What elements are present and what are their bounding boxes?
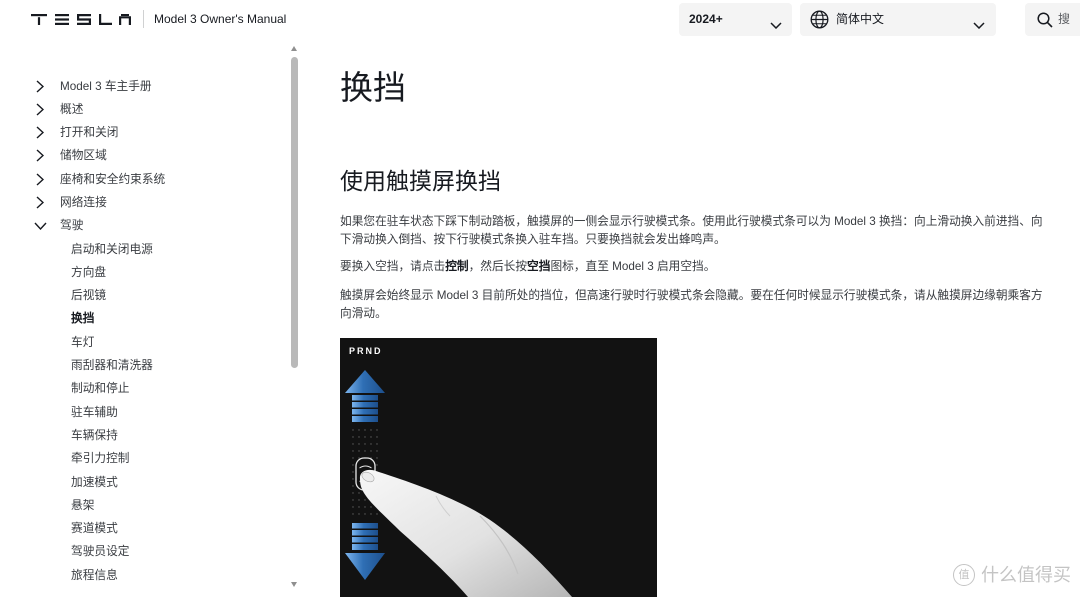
globe-icon	[810, 10, 829, 34]
controls-term: 控制	[445, 260, 469, 274]
manual-title-link[interactable]: Model 3 Owner's Manual	[154, 11, 286, 27]
search-icon	[1037, 12, 1053, 33]
chevron-right-icon	[36, 79, 44, 93]
watermark-badge-icon: 值	[953, 564, 975, 586]
sidebar-item-label: 驾驶	[60, 219, 84, 233]
sidebar-subitem-label: 后视镜	[71, 289, 107, 303]
chevron-right-icon	[36, 126, 44, 139]
sidebar-item-label: Model 3 车主手册	[60, 79, 152, 93]
sidebar-subitem-label: 牵引力控制	[71, 452, 130, 466]
sidebar-subitem-shifting-active[interactable]: 换挡	[0, 307, 285, 330]
scrollbar-down-arrow[interactable]	[290, 582, 297, 587]
sidebar-subitem-label: 赛道模式	[71, 522, 118, 536]
sidebar-subitem-label: 制动和停止	[71, 382, 130, 396]
finger-illustration	[359, 469, 572, 597]
paragraph-drive-mode-strip: 触摸屏会始终显示 Model 3 目前所处的挡位，但高速行驶时行驶模式条会隐藏。…	[340, 289, 1043, 320]
sidebar-subitem-label: 加速模式	[71, 475, 118, 489]
paragraph-neutral: 要换入空挡，请点击控制，然后长按空挡图标，直至 Model 3 启用空挡。	[340, 258, 1050, 276]
sidebar-scrollbar-thumb[interactable]	[290, 57, 298, 368]
sidebar-item-label: 储物区域	[60, 149, 107, 163]
scrollbar-up-arrow[interactable]	[290, 46, 297, 51]
sidebar-item-label: 座椅和安全约束系统	[60, 172, 166, 186]
paragraph-touchscreen-shifting: 如果您在驻车状态下踩下制动踏板，触摸屏的一侧会显示行驶模式条。使用此行驶模式条可…	[340, 215, 1043, 246]
neutral-term: 空挡	[527, 260, 551, 274]
search-placeholder: 搜	[1058, 12, 1071, 26]
sidebar-nav: Model 3 车主手册 概述 打开和关闭 储物区域 座椅和安全约束系统 网络连…	[0, 75, 285, 588]
sidebar-subitem-driver-profiles[interactable]: 驾驶员设定	[0, 540, 285, 563]
tesla-logo[interactable]	[31, 14, 131, 25]
sidebar-subitem-trip-information[interactable]: 旅程信息	[0, 564, 285, 587]
sidebar-item-seats-safety-restraints[interactable]: 座椅和安全约束系统	[0, 168, 285, 191]
shift-up-arrow	[345, 370, 385, 422]
sidebar-item-label: 打开和关闭	[60, 126, 119, 140]
illustration-canvas: PRND	[345, 346, 572, 597]
chevron-right-icon	[36, 196, 44, 209]
sidebar-subitem-steering-wheel[interactable]: 方向盘	[0, 261, 285, 284]
sidebar-subitem-starting-powering-off[interactable]: 启动和关闭电源	[0, 238, 285, 261]
sidebar-item-label: 网络连接	[60, 195, 107, 209]
sidebar-subitem-label: 方向盘	[71, 265, 107, 279]
sidebar-item-connectivity[interactable]: 网络连接	[0, 191, 285, 214]
sidebar-item-driving[interactable]: 驾驶	[0, 214, 285, 237]
language-value: 简体中文	[836, 12, 885, 26]
model-year-dropdown[interactable]: 2024+	[679, 3, 792, 36]
sidebar-subitem-braking-stopping[interactable]: 制动和停止	[0, 377, 285, 400]
sidebar-subitem-traction-control[interactable]: 牵引力控制	[0, 447, 285, 470]
gear-indicator-label: PRND	[349, 346, 383, 356]
sidebar-item-model3-owners-manual[interactable]: Model 3 车主手册	[0, 75, 285, 98]
sidebar-subitem-label: 车辆保持	[71, 428, 118, 442]
paragraph-text: 要换入空挡，请点击	[340, 260, 446, 274]
watermark-text: 什么值得买	[981, 565, 1071, 585]
language-dropdown[interactable]: 简体中文	[800, 3, 996, 36]
watermark: 值 什么值得买	[953, 564, 1071, 586]
chevron-right-icon	[36, 103, 44, 116]
sidebar-item-storage[interactable]: 储物区域	[0, 144, 285, 167]
shift-down-arrow	[345, 523, 385, 580]
sidebar-item-label: 概述	[60, 102, 84, 116]
sidebar-item-overview[interactable]: 概述	[0, 98, 285, 121]
chevron-right-icon	[36, 173, 44, 186]
sidebar-subitem-label: 旅程信息	[71, 568, 118, 582]
sidebar-subitem-wipers-washers[interactable]: 雨刮器和清洗器	[0, 354, 285, 377]
section-title: 使用触摸屏换挡	[340, 168, 501, 194]
model-year-value: 2024+	[689, 12, 723, 26]
sidebar-subitem-label: 换挡	[71, 312, 95, 326]
sidebar-subitem-label: 驾驶员设定	[71, 545, 130, 559]
sidebar-subitem-label: 车灯	[71, 335, 95, 349]
sidebar-subitem-lights[interactable]: 车灯	[0, 331, 285, 354]
sidebar-subitem-park-assist[interactable]: 驻车辅助	[0, 401, 285, 424]
chevron-right-icon	[36, 149, 44, 162]
tesla-wordmark	[31, 14, 131, 25]
page-title: 换挡	[340, 69, 406, 106]
sidebar-subitem-label: 驻车辅助	[71, 405, 118, 419]
sidebar-subitem-mirrors[interactable]: 后视镜	[0, 284, 285, 307]
sidebar-subitem-vehicle-hold[interactable]: 车辆保持	[0, 424, 285, 447]
sidebar-item-opening-closing[interactable]: 打开和关闭	[0, 121, 285, 144]
paragraph-text: ，然后长按	[468, 260, 528, 274]
paragraph-text: 图标，直至 Model 3 启用空挡。	[550, 260, 716, 274]
header-divider	[143, 10, 144, 28]
touchscreen-shifting-illustration: PRND	[340, 338, 657, 597]
chevron-down-icon	[973, 16, 985, 34]
sidebar-subitem-label: 雨刮器和清洗器	[71, 359, 153, 373]
sidebar-subitem-suspension[interactable]: 悬架	[0, 494, 285, 517]
chevron-down-icon	[770, 16, 782, 34]
search-input[interactable]: 搜	[1025, 3, 1080, 36]
chevron-down-icon	[34, 222, 47, 231]
top-header: Model 3 Owner's Manual 2024+ 简体中文 搜	[0, 0, 1080, 38]
sidebar-subitem-label: 启动和关闭电源	[71, 242, 153, 256]
sidebar-subitem-track-mode[interactable]: 赛道模式	[0, 517, 285, 540]
sidebar-subitem-acceleration-modes[interactable]: 加速模式	[0, 471, 285, 494]
sidebar-subitem-label: 悬架	[71, 498, 95, 512]
